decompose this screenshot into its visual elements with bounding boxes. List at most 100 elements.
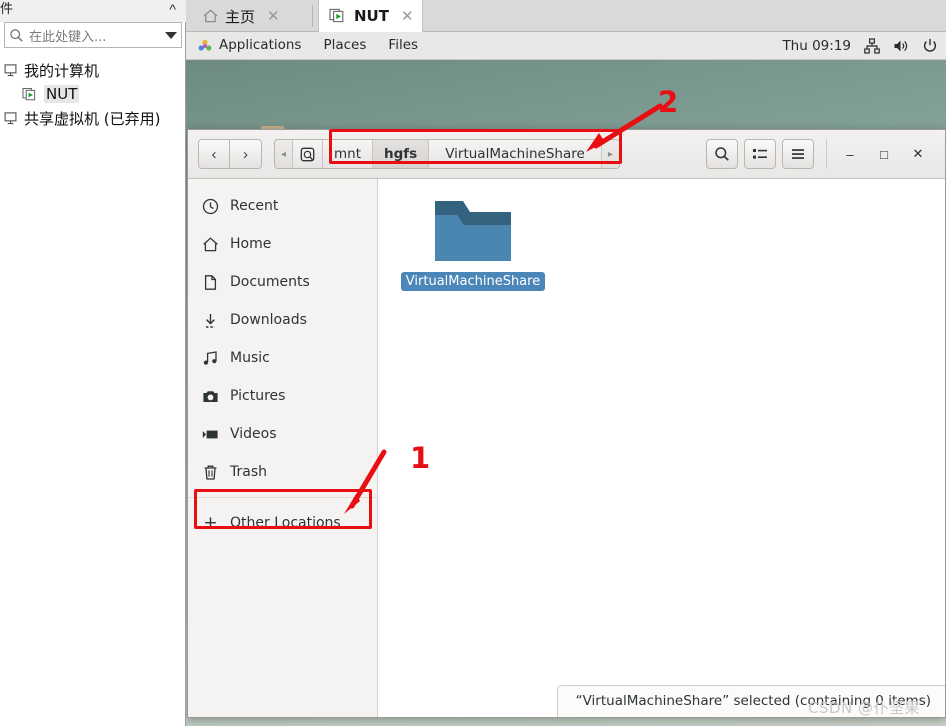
file-view[interactable]: VirtualMachineShare “VirtualMachineShare… xyxy=(378,179,945,717)
trash-icon xyxy=(202,464,219,481)
tree-item-nut[interactable]: NUT xyxy=(0,82,185,106)
sidebar-item-recent[interactable]: Recent xyxy=(188,187,377,225)
music-note-icon xyxy=(202,350,219,367)
menu-button[interactable] xyxy=(782,139,814,169)
tree-item-label: 共享虚拟机 (已弃用) xyxy=(24,109,161,128)
breadcrumb: ◂ mnt hgfs VirtualMachineShare ▸ xyxy=(274,139,620,169)
tree-item-shared-vms[interactable]: 共享虚拟机 (已弃用) xyxy=(0,106,185,130)
file-item[interactable]: VirtualMachineShare xyxy=(400,195,546,291)
breadcrumb-item-mnt[interactable]: mnt xyxy=(323,140,374,168)
annotation-number-2: 2 xyxy=(658,85,679,119)
sidebar-item-label: Documents xyxy=(230,274,310,290)
sidebar-item-label: Recent xyxy=(230,198,279,214)
close-button[interactable]: ✕ xyxy=(901,139,935,169)
back-button[interactable]: ‹ xyxy=(198,139,230,169)
virtual-machine-icon xyxy=(329,8,344,23)
status-bar: “VirtualMachineShare” selected (containi… xyxy=(556,685,945,717)
library-collapse-icon[interactable]: ^ xyxy=(169,1,176,17)
maximize-button[interactable]: □ xyxy=(867,139,901,169)
window-controls: – □ ✕ xyxy=(826,139,935,169)
sidebar-item-label: Downloads xyxy=(230,312,307,328)
tree-item-label: NUT xyxy=(44,85,80,103)
screenshot-root: 件 ^ 在此处键入... 我的计算机 NUT 共享虚拟机 (已弃用) 主页 ✕ … xyxy=(0,0,946,726)
sidebar-item-downloads[interactable]: Downloads xyxy=(188,301,377,339)
tab-close-icon[interactable]: ✕ xyxy=(401,7,414,25)
tab-divider xyxy=(312,5,313,27)
breadcrumb-item-hgfs[interactable]: hgfs xyxy=(373,140,430,168)
search-icon xyxy=(10,28,23,42)
sidebar-item-label: Home xyxy=(230,236,272,252)
headerbar-actions xyxy=(706,139,814,169)
nautilus-body: Recent Home Documents Downloads Music Pi… xyxy=(188,179,945,717)
hamburger-menu-icon xyxy=(792,149,804,159)
power-icon[interactable] xyxy=(922,38,938,54)
network-icon[interactable] xyxy=(864,38,880,54)
breadcrumb-item-virtualmachineshare[interactable]: VirtualMachineShare xyxy=(429,140,602,168)
volume-icon[interactable] xyxy=(893,38,909,54)
file-name-label: VirtualMachineShare xyxy=(400,272,546,291)
places-sidebar: Recent Home Documents Downloads Music Pi… xyxy=(188,179,378,717)
caret-down-icon[interactable] xyxy=(165,31,177,39)
view-toggle-button[interactable] xyxy=(744,139,776,169)
sidebar-item-other-locations[interactable]: + Other Locations xyxy=(188,504,377,542)
tab-close-icon[interactable]: ✕ xyxy=(267,7,280,25)
tab-nut[interactable]: NUT ✕ xyxy=(318,0,423,32)
chevron-right-icon: › xyxy=(243,145,248,163)
applications-icon xyxy=(198,39,212,51)
library-title-clipped: 件 xyxy=(0,2,13,17)
monitor-icon xyxy=(4,63,17,76)
download-icon xyxy=(202,312,219,329)
library-search-placeholder: 在此处键入... xyxy=(29,29,107,45)
vmware-library-titlebar: 件 ^ xyxy=(0,0,186,22)
tree-item-my-computer[interactable]: 我的计算机 xyxy=(0,58,185,82)
vmware-tab-strip: 主页 ✕ NUT ✕ xyxy=(186,0,946,32)
sidebar-item-label: Trash xyxy=(230,464,267,480)
pathbar-device-crumb[interactable] xyxy=(293,140,324,168)
pathbar-scroll-right[interactable]: ▸ xyxy=(601,140,619,168)
tab-label: NUT xyxy=(354,7,389,25)
vmware-library-pane: 件 ^ 在此处键入... 我的计算机 NUT 共享虚拟机 (已弃用) xyxy=(0,0,186,726)
camera-icon xyxy=(202,388,219,405)
tab-home[interactable]: 主页 ✕ xyxy=(192,0,288,32)
annotation-number-1: 1 xyxy=(410,441,431,475)
pathbar-scroll-left[interactable]: ◂ xyxy=(275,140,294,168)
guest-screen: Applications Places Files Thu 09:19 ‹ › … xyxy=(186,32,946,726)
minimize-button[interactable]: – xyxy=(833,139,867,169)
nautilus-window: ‹ › ◂ mnt hgfs VirtualMachineShare ▸ – □… xyxy=(187,129,946,718)
panel-menu-places[interactable]: Places xyxy=(312,32,377,59)
panel-menu-files[interactable]: Files xyxy=(377,32,429,59)
chevron-left-icon: ‹ xyxy=(211,145,217,163)
sidebar-item-pictures[interactable]: Pictures xyxy=(188,377,377,415)
folder-icon xyxy=(435,201,511,261)
navigation-buttons: ‹ › xyxy=(198,139,262,169)
virtual-machine-icon xyxy=(22,87,36,100)
sidebar-item-label: Pictures xyxy=(230,388,286,404)
sidebar-item-home[interactable]: Home xyxy=(188,225,377,263)
library-search-box[interactable]: 在此处键入... xyxy=(4,22,182,48)
clock-icon xyxy=(202,198,219,215)
forward-button[interactable]: › xyxy=(230,139,262,169)
home-icon xyxy=(203,9,218,23)
sidebar-item-videos[interactable]: Videos xyxy=(188,415,377,453)
sidebar-item-music[interactable]: Music xyxy=(188,339,377,377)
panel-status-area: Thu 09:19 xyxy=(782,32,938,60)
list-view-icon xyxy=(753,149,767,159)
tree-item-label: 我的计算机 xyxy=(24,61,100,80)
search-button[interactable] xyxy=(706,139,738,169)
panel-menu-applications[interactable]: Applications xyxy=(192,32,312,59)
panel-clock[interactable]: Thu 09:19 xyxy=(782,38,851,54)
panel-menus: Applications Places Files xyxy=(186,32,429,59)
vmware-tree: 我的计算机 NUT 共享虚拟机 (已弃用) xyxy=(0,50,185,726)
hard-disk-icon xyxy=(300,147,315,161)
file-grid: VirtualMachineShare xyxy=(378,179,945,291)
gnome-top-panel: Applications Places Files Thu 09:19 xyxy=(186,32,946,60)
sidebar-item-label: Videos xyxy=(230,426,277,442)
search-icon xyxy=(715,147,729,161)
sidebar-item-documents[interactable]: Documents xyxy=(188,263,377,301)
panel-menu-label: Applications xyxy=(219,37,302,53)
sidebar-item-trash[interactable]: Trash xyxy=(188,453,377,491)
sidebar-item-label: Other Locations xyxy=(230,515,341,531)
plus-icon: + xyxy=(203,513,218,533)
sidebar-item-label: Music xyxy=(230,350,270,366)
sidebar-divider xyxy=(188,497,377,498)
